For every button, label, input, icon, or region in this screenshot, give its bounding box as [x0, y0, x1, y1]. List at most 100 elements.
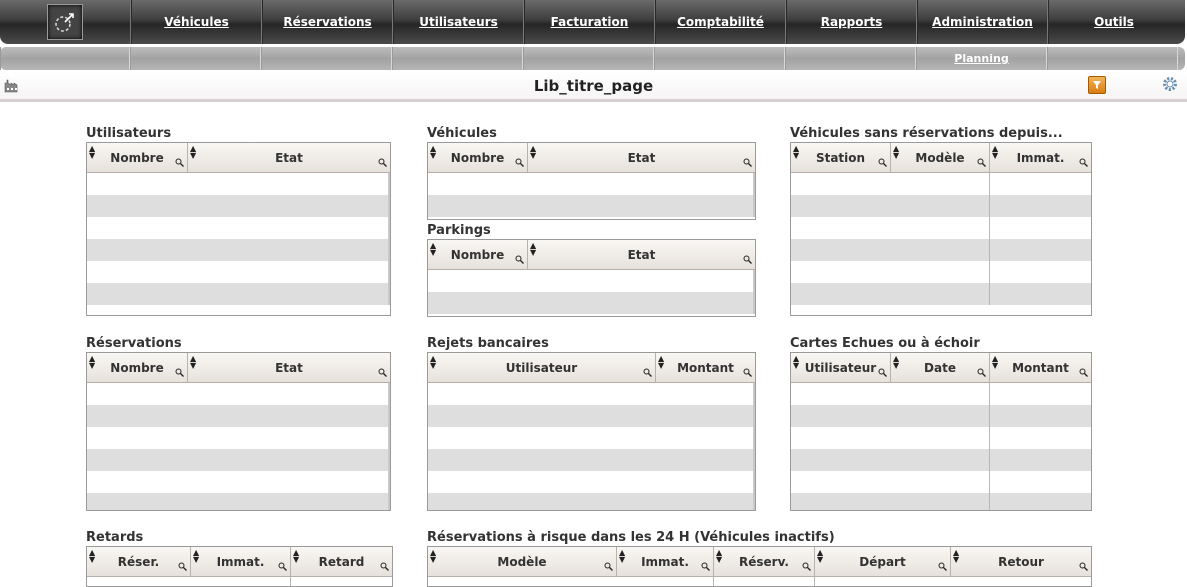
table-row[interactable] [791, 471, 1091, 493]
column-header-etat[interactable]: ▲ ▼ Etat [188, 353, 390, 382]
search-icon[interactable] [380, 560, 389, 574]
column-header-nombre[interactable]: ▲ ▼ Nombre [428, 240, 528, 269]
column-header-reser[interactable]: ▲ ▼ Réser. [87, 547, 191, 576]
table-row[interactable] [428, 405, 755, 427]
sort-icon[interactable]: ▲ ▼ [793, 145, 799, 160]
column-header-immat[interactable]: ▲ ▼ Immat. [617, 547, 714, 576]
column-header-depart[interactable]: ▲ ▼ Départ [815, 547, 951, 576]
search-icon[interactable] [278, 560, 287, 574]
search-icon[interactable] [515, 253, 524, 267]
table-row[interactable] [87, 283, 390, 305]
table-row[interactable] [87, 173, 390, 195]
column-header-etat[interactable]: ▲ ▼ Etat [528, 143, 755, 172]
nav-link-utilisateurs[interactable]: Utilisateurs [419, 15, 498, 29]
nav-item-utilisateurs[interactable]: Utilisateurs [393, 0, 524, 44]
search-icon[interactable] [701, 560, 710, 574]
sort-icon[interactable]: ▲ ▼ [430, 549, 436, 564]
table-row[interactable] [791, 427, 1091, 449]
table-row[interactable] [87, 427, 390, 449]
nav-item-rapports[interactable]: Rapports [786, 0, 917, 44]
table-row[interactable] [791, 261, 1091, 283]
sort-icon[interactable]: ▲ ▼ [992, 145, 998, 160]
search-icon[interactable] [878, 366, 887, 380]
table-row[interactable] [791, 449, 1091, 471]
table-row[interactable] [87, 195, 390, 217]
sort-icon[interactable]: ▲ ▼ [817, 549, 823, 564]
sort-icon[interactable]: ▲ ▼ [953, 549, 959, 564]
sort-icon[interactable]: ▲ ▼ [893, 355, 899, 370]
table-row[interactable] [791, 195, 1091, 217]
search-icon[interactable] [977, 366, 986, 380]
nav-link-outils[interactable]: Outils [1094, 15, 1134, 29]
search-icon[interactable] [743, 366, 752, 380]
column-header-date[interactable]: ▲ ▼ Date [891, 353, 990, 382]
subnav-item-planning[interactable]: Planning [916, 47, 1047, 70]
search-icon[interactable] [643, 366, 652, 380]
nav-link-vehicules[interactable]: Véhicules [164, 15, 228, 29]
sort-icon[interactable]: ▲ ▼ [430, 355, 436, 370]
scrollbar[interactable] [753, 383, 755, 510]
table-row[interactable] [87, 383, 390, 405]
search-icon[interactable] [977, 156, 986, 170]
column-header-retard[interactable]: ▲ ▼ Retard [291, 547, 392, 576]
column-header-nombre[interactable]: ▲ ▼ Nombre [428, 143, 528, 172]
table-row[interactable] [428, 195, 755, 217]
sort-icon[interactable]: ▲ ▼ [619, 549, 625, 564]
nav-item-administration[interactable]: Administration [917, 0, 1048, 44]
nav-item-outils[interactable]: Outils [1048, 0, 1179, 44]
sort-icon[interactable]: ▲ ▼ [193, 549, 199, 564]
nav-link-rapports[interactable]: Rapports [821, 15, 883, 29]
scrollbar[interactable] [388, 173, 390, 305]
scrollbar[interactable] [388, 383, 390, 510]
filter-icon[interactable] [1088, 76, 1106, 94]
scrollbar[interactable] [753, 270, 755, 314]
table-row[interactable] [428, 383, 755, 405]
table-row[interactable] [791, 217, 1091, 239]
subnav-link-planning[interactable]: Planning [954, 52, 1008, 65]
sort-icon[interactable]: ▲ ▼ [89, 145, 95, 160]
table-row[interactable] [428, 493, 755, 510]
search-icon[interactable] [378, 366, 387, 380]
nav-item-vehicules[interactable]: Véhicules [131, 0, 262, 44]
search-icon[interactable] [175, 156, 184, 170]
column-header-modele[interactable]: ▲ ▼ Modèle [891, 143, 990, 172]
table-row[interactable] [87, 239, 390, 261]
table-row[interactable] [791, 493, 1091, 510]
column-header-immat[interactable]: ▲ ▼ Immat. [990, 143, 1091, 172]
sort-icon[interactable]: ▲ ▼ [716, 549, 722, 564]
table-row[interactable] [428, 449, 755, 471]
nav-item-comptabilite[interactable]: Comptabilité [655, 0, 786, 44]
column-header-montant[interactable]: ▲ ▼ Montant [990, 353, 1091, 382]
sort-icon[interactable]: ▲ ▼ [430, 242, 436, 257]
search-icon[interactable] [878, 156, 887, 170]
search-icon[interactable] [515, 156, 524, 170]
nav-link-administration[interactable]: Administration [932, 15, 1033, 29]
nav-item-facturation[interactable]: Facturation [524, 0, 655, 44]
sort-icon[interactable]: ▲ ▼ [190, 355, 196, 370]
column-header-utilisateur[interactable]: ▲ ▼ Utilisateur [428, 353, 656, 382]
gear-icon[interactable] [1161, 75, 1179, 97]
sort-icon[interactable]: ▲ ▼ [893, 145, 899, 160]
column-header-nombre[interactable]: ▲ ▼ Nombre [87, 353, 188, 382]
app-logo[interactable] [47, 4, 83, 40]
table-row[interactable] [428, 577, 1091, 586]
column-header-nombre[interactable]: ▲ ▼ Nombre [87, 143, 188, 172]
column-header-utilisateur[interactable]: ▲ ▼ Utilisateur [791, 353, 891, 382]
column-header-modele[interactable]: ▲ ▼ Modèle [428, 547, 617, 576]
column-header-station[interactable]: ▲ ▼ Station [791, 143, 891, 172]
table-row[interactable] [791, 239, 1091, 261]
sort-icon[interactable]: ▲ ▼ [530, 145, 536, 160]
column-header-montant[interactable]: ▲ ▼ Montant [656, 353, 755, 382]
table-row[interactable] [87, 493, 390, 510]
sort-icon[interactable]: ▲ ▼ [89, 549, 95, 564]
table-row[interactable] [87, 261, 390, 283]
table-row[interactable] [87, 449, 390, 471]
sort-icon[interactable]: ▲ ▼ [992, 355, 998, 370]
search-icon[interactable] [378, 156, 387, 170]
table-row[interactable] [428, 471, 755, 493]
column-header-etat[interactable]: ▲ ▼ Etat [188, 143, 390, 172]
search-icon[interactable] [1079, 156, 1088, 170]
table-row[interactable] [791, 405, 1091, 427]
table-row[interactable] [87, 577, 392, 586]
table-row[interactable] [428, 173, 755, 195]
